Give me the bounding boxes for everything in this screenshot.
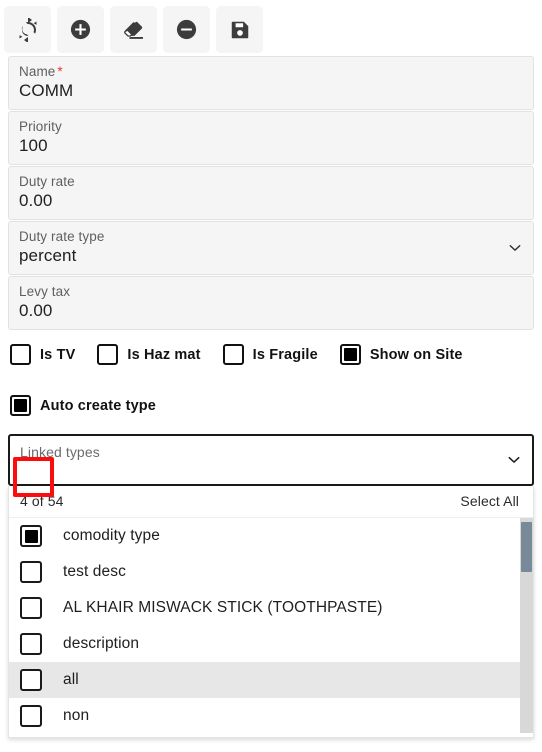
list-item-label: AL KHAIR MISWACK STICK (TOOTHPASTE)	[63, 599, 383, 616]
field-name-label: Name *	[19, 64, 63, 79]
list-item[interactable]: all	[9, 662, 533, 698]
checkbox-show-on-site-label: Show on Site	[369, 346, 463, 363]
field-priority[interactable]: Priority 100	[8, 111, 534, 165]
dropdown-scrollbar[interactable]	[520, 518, 533, 733]
field-levy-tax-label: Levy tax	[19, 284, 71, 299]
list-item-label: all	[63, 671, 79, 688]
field-name[interactable]: Name * COMM	[8, 56, 534, 110]
field-priority-value: 100	[19, 136, 48, 155]
field-duty-rate-label: Duty rate	[19, 174, 75, 189]
checkbox-is-tv[interactable]: Is TV	[10, 344, 75, 365]
flags-checkbox-row: Is TV Is Haz mat Is Fragile Show on Site	[0, 344, 542, 365]
checkbox-is-tv-label: Is TV	[40, 346, 76, 363]
list-item-label: description	[63, 635, 140, 652]
checkbox-box-icon[interactable]	[222, 344, 244, 365]
checkbox-box-checked-icon[interactable]	[10, 395, 31, 416]
checkbox-auto-create-type[interactable]: Auto create type	[10, 395, 156, 416]
checkbox-box-icon[interactable]	[20, 597, 42, 619]
checkbox-auto-create-type-label: Auto create type	[40, 397, 157, 414]
list-item[interactable]: AL KHAIR MISWACK STICK (TOOTHPASTE)	[9, 590, 533, 626]
linked-types-section: Linked types	[8, 434, 534, 486]
checkbox-is-haz-mat-label: Is Haz mat	[127, 346, 201, 363]
checkbox-box-checked-icon[interactable]	[20, 525, 42, 547]
checkbox-is-haz-mat[interactable]: Is Haz mat	[97, 344, 200, 365]
linked-types-option-list[interactable]: comodity type test desc AL KHAIR MISWACK…	[9, 518, 533, 733]
list-item-label: comodity type	[63, 527, 160, 544]
list-item[interactable]: description	[9, 626, 533, 662]
field-duty-rate-value: 0.00	[19, 191, 53, 210]
field-name-value: COMM	[19, 81, 74, 100]
form-fields: Name * COMM Priority 100 Duty rate 0.00 D…	[0, 56, 542, 330]
floppy-disk-icon	[229, 19, 251, 41]
checkbox-box-icon[interactable]	[20, 633, 42, 655]
checkbox-is-fragile[interactable]: Is Fragile	[222, 344, 318, 365]
field-duty-rate-type-label: Duty rate type	[19, 229, 105, 244]
field-priority-label: Priority	[19, 119, 62, 134]
add-button[interactable]	[57, 6, 104, 53]
list-item-label: test desc	[63, 563, 126, 580]
field-duty-rate[interactable]: Duty rate 0.00	[8, 166, 534, 220]
checkbox-box-icon[interactable]	[20, 705, 42, 727]
field-levy-tax-value: 0.00	[19, 301, 53, 320]
field-levy-tax[interactable]: Levy tax 0.00	[8, 276, 534, 330]
toolbar	[0, 0, 542, 56]
checkbox-box-icon[interactable]	[10, 344, 31, 365]
field-duty-rate-type-value: percent	[19, 246, 77, 265]
linked-types-combobox[interactable]: Linked types	[8, 434, 534, 486]
refresh-icon	[16, 17, 40, 42]
select-all-button[interactable]: Select All	[460, 493, 519, 509]
checkbox-box-checked-icon[interactable]	[339, 344, 361, 365]
selection-count: 4 of 54	[20, 493, 64, 509]
delete-button[interactable]	[163, 6, 210, 53]
linked-types-placeholder: Linked types	[20, 444, 100, 460]
list-item[interactable]: non	[9, 698, 533, 733]
checkbox-box-icon[interactable]	[20, 561, 42, 583]
dropdown-header: 4 of 54 Select All	[9, 486, 533, 518]
plus-circle-icon	[69, 18, 92, 41]
list-item-label: non	[63, 707, 90, 724]
eraser-icon	[122, 18, 146, 42]
minus-circle-icon	[175, 18, 198, 41]
field-duty-rate-type[interactable]: Duty rate type percent	[8, 221, 534, 275]
checkbox-is-fragile-label: Is Fragile	[252, 346, 318, 363]
list-item[interactable]: test desc	[9, 554, 533, 590]
auto-create-type-row: Auto create type	[0, 395, 542, 416]
save-button[interactable]	[216, 6, 263, 53]
checkbox-box-icon[interactable]	[20, 669, 42, 691]
dropdown-scrollbar-thumb[interactable]	[521, 522, 532, 572]
linked-types-dropdown-panel: 4 of 54 Select All comodity type test de…	[8, 486, 534, 738]
required-marker: *	[57, 64, 63, 79]
chevron-down-icon	[507, 453, 521, 467]
checkbox-box-icon[interactable]	[97, 344, 119, 365]
list-item[interactable]: comodity type	[9, 518, 533, 554]
checkbox-show-on-site[interactable]: Show on Site	[339, 344, 463, 365]
refresh-button[interactable]	[4, 6, 51, 53]
clear-button[interactable]	[110, 6, 157, 53]
